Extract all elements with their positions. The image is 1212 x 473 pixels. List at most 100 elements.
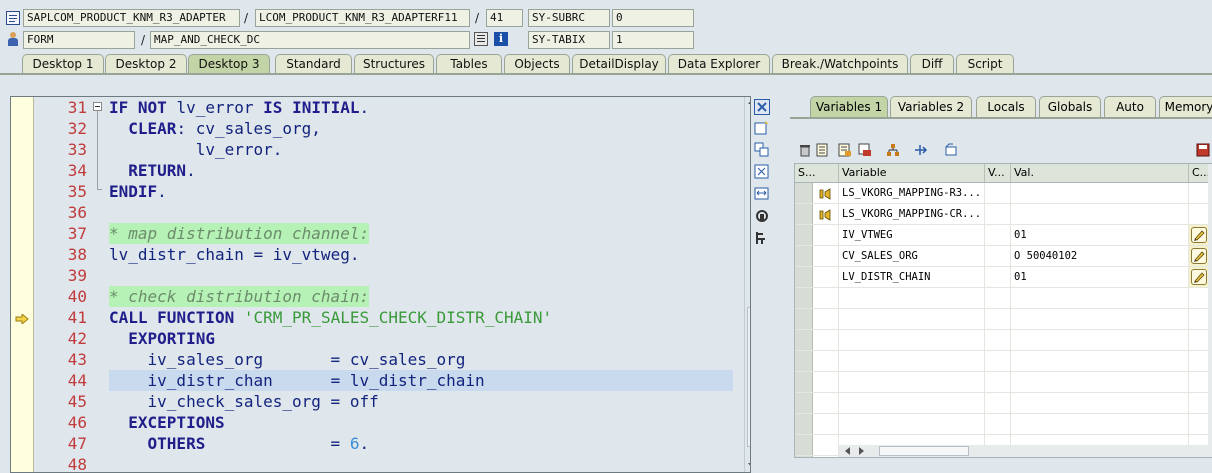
value-cell[interactable]	[1011, 414, 1189, 434]
tab-diff[interactable]: Diff	[910, 54, 954, 74]
sysfield-value-1[interactable]: 0	[612, 9, 694, 27]
tab-structures[interactable]: Structures	[354, 54, 434, 74]
code-line[interactable]: 41 CALL FUNCTION 'CRM_PR_SALES_CHECK_DIST…	[11, 307, 733, 328]
variable-name-cell[interactable]: LS_VKORG_MAPPING-R3...	[839, 183, 985, 203]
variable-name-cell[interactable]	[839, 330, 985, 350]
variable-name-cell[interactable]	[839, 372, 985, 392]
save-variables-icon[interactable]	[858, 143, 872, 157]
variable-row[interactable]	[795, 414, 1212, 435]
code-line[interactable]: 42 EXPORTING	[11, 328, 733, 349]
variable-row[interactable]	[795, 393, 1212, 414]
value-cell[interactable]: 01	[1011, 225, 1189, 245]
export-icon[interactable]	[838, 143, 852, 157]
navigate-icon[interactable]	[914, 143, 928, 157]
replace-tool-icon[interactable]	[754, 142, 770, 158]
tab-desktop-2[interactable]: Desktop 2	[105, 54, 187, 74]
row-selector[interactable]	[795, 183, 813, 203]
grid-hscroll[interactable]	[839, 445, 1212, 457]
variable-name-cell[interactable]	[839, 288, 985, 308]
pencil-icon[interactable]	[1191, 248, 1207, 264]
import-icon[interactable]	[816, 143, 830, 157]
code-line[interactable]: 37 * map distribution channel:	[11, 223, 733, 244]
tab-script[interactable]: Script	[956, 54, 1014, 74]
code-line[interactable]: 38 lv_distr_chain = iv_vtweg.	[11, 244, 733, 265]
variable-row[interactable]	[795, 309, 1212, 330]
variable-name-cell[interactable]: LV_DISTR_CHAIN	[839, 267, 985, 287]
variable-row[interactable]: CV_SALES_ORG O 50040102	[795, 246, 1212, 267]
code-line[interactable]: 31 IF NOT lv_error IS INITIAL.	[11, 97, 733, 118]
services-icon[interactable]	[754, 208, 770, 224]
tab-variables-2[interactable]: Variables 2	[890, 96, 972, 118]
row-selector[interactable]	[795, 288, 813, 308]
code-line[interactable]: 35 ENDIF.	[11, 181, 733, 202]
value-cell[interactable]	[1011, 330, 1189, 350]
column-header-status[interactable]: S...	[795, 164, 839, 183]
tab-auto[interactable]: Auto	[1104, 96, 1156, 118]
row-selector[interactable]	[795, 435, 813, 455]
variables-grid[interactable]: S... Variable V... Val. C... LS_VKORG_MA…	[794, 163, 1212, 458]
variable-row[interactable]	[795, 288, 1212, 309]
variable-name-cell[interactable]	[839, 351, 985, 371]
tab-desktop-3[interactable]: Desktop 3	[188, 54, 270, 74]
maximize-icon[interactable]	[754, 164, 770, 180]
variable-row[interactable]: LS_VKORG_MAPPING-CR...	[795, 204, 1212, 225]
tab-data-explorer[interactable]: Data Explorer	[668, 54, 770, 74]
delete-icon[interactable]	[798, 143, 812, 157]
value-cell[interactable]	[1011, 288, 1189, 308]
swap-icon[interactable]	[754, 186, 770, 202]
variable-name-cell[interactable]: IV_VTWEG	[839, 225, 985, 245]
include-name-field[interactable]: LCOM_PRODUCT_KNM_R3_ADAPTERF11	[255, 9, 470, 27]
variable-name-cell[interactable]	[839, 309, 985, 329]
code-line[interactable]: 34 RETURN.	[11, 160, 733, 181]
tab-standard[interactable]: Standard	[275, 54, 352, 74]
sysfield-value-2[interactable]: 1	[612, 31, 694, 49]
tab-tables[interactable]: Tables	[436, 54, 502, 74]
pencil-icon[interactable]	[1191, 269, 1207, 285]
scroll-up-icon[interactable]	[748, 99, 750, 104]
value-cell[interactable]	[1011, 372, 1189, 392]
variable-row[interactable]	[795, 330, 1212, 351]
sysfield-name-1[interactable]: SY-SUBRC	[528, 9, 610, 27]
program-name-field[interactable]: SAPLCOM_PRODUCT_KNM_R3_ADAPTER	[23, 9, 240, 27]
code-line[interactable]: 40 * check distribution chain:	[11, 286, 733, 307]
variable-name-cell[interactable]	[839, 414, 985, 434]
sysfield-name-2[interactable]: SY-TABIX	[528, 31, 610, 49]
column-header-value[interactable]: Val.	[1011, 164, 1189, 183]
tab-variables-1[interactable]: Variables 1	[810, 96, 888, 118]
row-selector[interactable]	[795, 456, 813, 457]
value-cell[interactable]	[1011, 351, 1189, 371]
value-cell[interactable]	[1011, 393, 1189, 413]
event-type-field[interactable]: FORM	[23, 31, 135, 49]
code-line[interactable]: 33 lv_error.	[11, 139, 733, 160]
info-icon[interactable]: i	[494, 32, 508, 46]
save-icon[interactable]	[1196, 143, 1210, 157]
tools-icon[interactable]	[754, 230, 770, 246]
display-source-icon[interactable]	[474, 32, 488, 46]
column-header-view[interactable]: V...	[985, 164, 1011, 183]
variable-name-cell[interactable]	[839, 393, 985, 413]
row-selector[interactable]	[795, 204, 813, 224]
row-selector[interactable]	[795, 309, 813, 329]
tab-memory[interactable]: Memory	[1159, 96, 1212, 118]
value-cell[interactable]: 01	[1011, 267, 1189, 287]
row-selector[interactable]	[795, 372, 813, 392]
scroll-thumb[interactable]	[747, 307, 750, 447]
open-folder-icon[interactable]	[944, 143, 958, 157]
row-selector[interactable]	[795, 351, 813, 371]
variable-name-cell[interactable]: LS_VKORG_MAPPING-CR...	[839, 204, 985, 224]
row-selector[interactable]	[795, 267, 813, 287]
pencil-icon[interactable]	[1191, 227, 1207, 243]
hscroll-thumb[interactable]	[879, 446, 969, 456]
value-cell[interactable]	[1011, 309, 1189, 329]
row-selector[interactable]	[795, 414, 813, 434]
code-line[interactable]: 39	[11, 265, 733, 286]
close-icon[interactable]	[754, 99, 770, 115]
line-number-field[interactable]: 41	[486, 9, 523, 27]
tab-breakpoints[interactable]: Break./Watchpoints	[772, 54, 908, 74]
value-cell[interactable]	[1011, 204, 1189, 224]
variable-row[interactable]	[795, 351, 1212, 372]
code-line[interactable]: 32 CLEAR: cv_sales_org,	[11, 118, 733, 139]
tab-locals[interactable]: Locals	[976, 96, 1036, 118]
variable-row[interactable]: LS_VKORG_MAPPING-R3...	[795, 183, 1212, 204]
value-cell[interactable]	[1011, 183, 1189, 203]
